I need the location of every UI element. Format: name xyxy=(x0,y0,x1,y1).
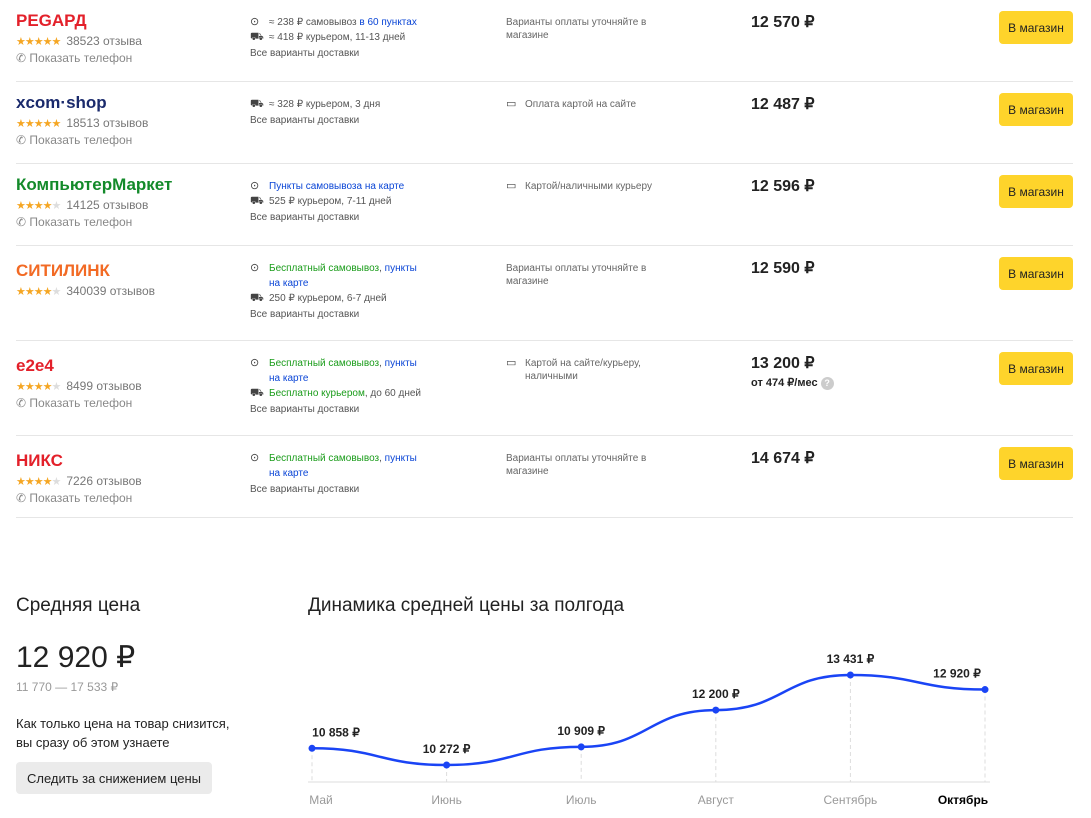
x-tick-label: Июнь xyxy=(431,793,462,807)
x-tick-label: Октябрь xyxy=(938,793,988,807)
data-label: 10 858 ₽ xyxy=(312,725,360,739)
data-point[interactable] xyxy=(981,686,989,694)
data-point[interactable] xyxy=(712,706,720,714)
data-label: 12 200 ₽ xyxy=(692,687,740,701)
data-point[interactable] xyxy=(577,743,585,751)
x-tick-label: Июль xyxy=(566,793,597,807)
data-label: 10 909 ₽ xyxy=(557,724,605,738)
x-tick-label: Сентябрь xyxy=(824,793,878,807)
data-label: 12 920 ₽ xyxy=(933,667,981,681)
data-label: 10 272 ₽ xyxy=(423,742,471,756)
x-tick-label: Май xyxy=(309,793,333,807)
data-point[interactable] xyxy=(308,744,316,752)
x-tick-label: Август xyxy=(698,793,735,807)
price-line xyxy=(311,673,986,767)
data-point[interactable] xyxy=(846,671,854,679)
price-chart: 10 858 ₽ Май 10 272 ₽ Июнь 10 909 ₽ Июль 12 20… xyxy=(308,652,990,807)
data-label: 13 431 ₽ xyxy=(827,652,875,666)
data-point[interactable] xyxy=(443,761,451,769)
